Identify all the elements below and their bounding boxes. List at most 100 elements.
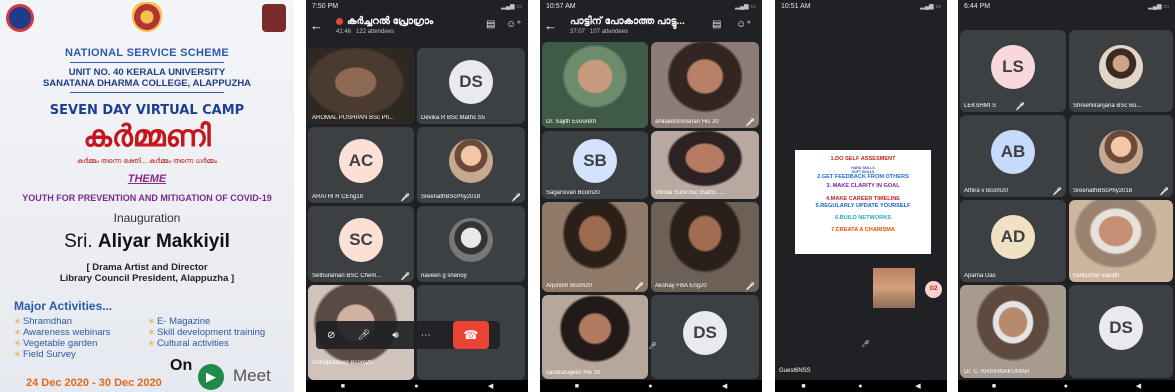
participant-avatar [449, 218, 493, 262]
meeting-title: കർച്ചറൽ പ്രോഗ്രാം [336, 16, 433, 27]
mic-off-icon: 🎤︎ [401, 273, 410, 280]
camera-off-icon[interactable]: ⊘ [327, 330, 335, 341]
participant-avatar [1099, 130, 1143, 174]
nav-back-icon[interactable]: ◀ [915, 382, 920, 390]
on-label: On [170, 357, 193, 374]
participant-name: Akshay FBA Eng20 [655, 283, 707, 289]
participant-name: Ardrapradeep Bcom20 [312, 360, 373, 366]
add-person-icon[interactable]: ☺⁺ [736, 19, 752, 30]
participant-tile[interactable]: AC ARATHI R CEng18 🎤︎ [308, 127, 414, 203]
participant-tile[interactable]: harikumar vairath [1069, 200, 1173, 282]
participant-tile[interactable]: anilalekshmanan His 20 🎤︎ [651, 42, 759, 128]
captions-icon[interactable]: ▤ [486, 19, 495, 30]
meeting-title-text: കർച്ചറൽ പ്രോഗ്രാം [347, 16, 434, 27]
participant-tile[interactable]: DS [651, 295, 759, 379]
guest-prefix: Sri. [64, 231, 93, 252]
participant-tile[interactable]: SreenathBScPhy2018 🎤︎ [417, 127, 525, 203]
nav-back-icon[interactable]: ◀ [488, 382, 493, 390]
more-icon[interactable]: ⋯ [421, 330, 431, 341]
mic-off-icon: 🎤︎ [1053, 188, 1062, 195]
slide-line: 3. MAKE CLARITY IN GOAL [826, 182, 900, 189]
participant-name: harikumar vairath [1073, 273, 1120, 279]
nav-home-icon[interactable]: ● [414, 383, 418, 390]
participant-tile[interactable]: SC Sethuraman BSC Chem... 🎤︎ [308, 206, 414, 282]
participant-tile[interactable]: LS LEKSHMI S 🎤︎ [960, 30, 1066, 112]
participant-avatar: AC [339, 139, 383, 183]
participant-tile[interactable]: Arjunom Bcom20 🎤︎ [542, 202, 648, 292]
speaker-icon[interactable]: 🔊︎ [392, 330, 398, 341]
participant-video [651, 202, 759, 292]
participant-tile[interactable]: Dr. C. KRISHNAKUMAR [960, 285, 1066, 378]
self-view-video[interactable] [873, 268, 915, 308]
mic-off-icon[interactable]: 🎤︎ [358, 330, 371, 341]
signal-icon: ▂▄▆ ▭ [735, 4, 756, 10]
nav-recents-icon[interactable]: ■ [992, 383, 996, 390]
end-call-button[interactable]: ☎ [452, 321, 489, 349]
attendee-count: 122 attendees [356, 29, 395, 35]
nav-home-icon[interactable]: ● [648, 383, 652, 390]
participant-name: Vrinda Sunil bsc maths ... [655, 190, 723, 196]
participant-name: Sethuraman BSC Chem... [312, 273, 382, 279]
divider [70, 62, 224, 63]
meeting-header: ← പാട്ടിന് പോകാത്ത പാട്ടു... 37:07 107 a… [540, 14, 762, 40]
participant-tile[interactable]: naveen g shenoy [417, 206, 525, 282]
participant-name: Devika R BSc Maths S5 [421, 115, 486, 121]
nav-back-icon[interactable]: ◀ [1136, 382, 1141, 390]
status-bar: 10:51 AM ▂▄▆ ▭ [775, 0, 947, 14]
participant-tile[interactable]: ShreeNiranjana BSc Bo... [1069, 30, 1173, 112]
self-name: Guest6NSS [779, 368, 811, 374]
participant-tile[interactable]: sandrasajeev His 20 [542, 295, 648, 379]
arrow-back-icon[interactable]: ← [310, 18, 323, 33]
meet-icon: ▶ [198, 364, 224, 390]
participant-tile[interactable]: DS [1069, 285, 1173, 378]
participant-avatar [1099, 45, 1143, 89]
participant-tile[interactable]: AD Aparna Das [960, 200, 1066, 282]
shared-presentation[interactable]: 1.DO SELF ASSESMENT HARD SKILLS SOFT SKI… [795, 150, 931, 254]
participant-tile[interactable]: DS Devika R BSc Maths S5 [417, 48, 525, 124]
participant-tile[interactable]: SB Sagarsivan Bcom20 [542, 131, 648, 199]
nav-recents-icon[interactable]: ■ [341, 383, 345, 390]
participant-avatar: SB [573, 139, 617, 183]
poster-camp: SEVEN DAY VIRTUAL CAMP [49, 103, 245, 118]
add-person-icon[interactable]: ☺⁺ [506, 19, 522, 30]
nav-home-icon[interactable]: ● [1064, 383, 1068, 390]
nav-back-icon[interactable]: ◀ [722, 382, 727, 390]
participant-tile[interactable]: Dr. Sajith Evooreth [542, 42, 648, 128]
nav-recents-icon[interactable]: ■ [801, 383, 805, 390]
android-nav-bar: ■ ● ◀ [775, 380, 947, 392]
event-poster: NATIONAL SERVICE SCHEME UNIT NO. 40 KERA… [0, 0, 294, 392]
participant-tile[interactable]: Akshay FBA Eng20 🎤︎ [651, 202, 759, 292]
participant-tile[interactable]: SreenathBScPhy2018 🎤︎ [1069, 115, 1173, 197]
participant-name: Arjunom Bcom20 [546, 283, 593, 289]
participant-name: Dr. Sajith Evooreth [546, 119, 597, 125]
participant-name: naveen g shenoy [421, 273, 467, 279]
clock: 6:44 PM [964, 3, 991, 10]
mic-off-icon: 🎤︎ [746, 283, 755, 290]
participant-tile[interactable]: AROMAL PUSHPAN BSc Ph... [308, 48, 414, 124]
participant-tile[interactable]: Vrinda Sunil bsc maths ... [651, 131, 759, 199]
participant-name: ARATHI R CEng18 [312, 194, 363, 200]
nav-home-icon[interactable]: ● [858, 383, 862, 390]
mic-off-icon: 🎤︎ [746, 119, 755, 126]
participant-tile[interactable]: AB Athira v Bcom20 🎤︎ [960, 115, 1066, 197]
poster-unit: UNIT NO. 40 KERALA UNIVERSITY SANATANA D… [0, 67, 294, 89]
slide-line: 1.DO SELF ASSESMENT [830, 156, 896, 162]
activities-list-left: Shramdhan Awareness webinars Vegetable g… [14, 316, 110, 360]
participant-name: Dr. C. KRISHNAKUMAR [964, 369, 1030, 375]
captions-icon[interactable]: ▤ [712, 19, 721, 30]
activity-item: Vegetable garden [14, 338, 110, 349]
mic-off-icon: 🎤︎ [1016, 103, 1025, 110]
participant-name: ShreeNiranjana BSc Bo... [1073, 103, 1142, 109]
slide-line: 5.REGULARLY UPDATE YOURSELF [815, 203, 911, 209]
arrow-back-icon[interactable]: ← [544, 18, 557, 33]
recording-icon [336, 17, 343, 25]
participant-video [308, 48, 414, 124]
participant-name: sandrasajeev His 20 [546, 370, 601, 376]
activity-item: Cultural activities [148, 338, 265, 349]
participant-video [542, 295, 648, 379]
signal-icon: ▂▄▆ ▭ [920, 4, 941, 10]
nav-recents-icon[interactable]: ■ [575, 383, 579, 390]
meet-label: Meet [233, 366, 271, 385]
status-bar: 10:57 AM ▂▄▆ ▭ [540, 0, 762, 14]
guest-name-text: Aliyar Makkiyil [97, 231, 230, 252]
